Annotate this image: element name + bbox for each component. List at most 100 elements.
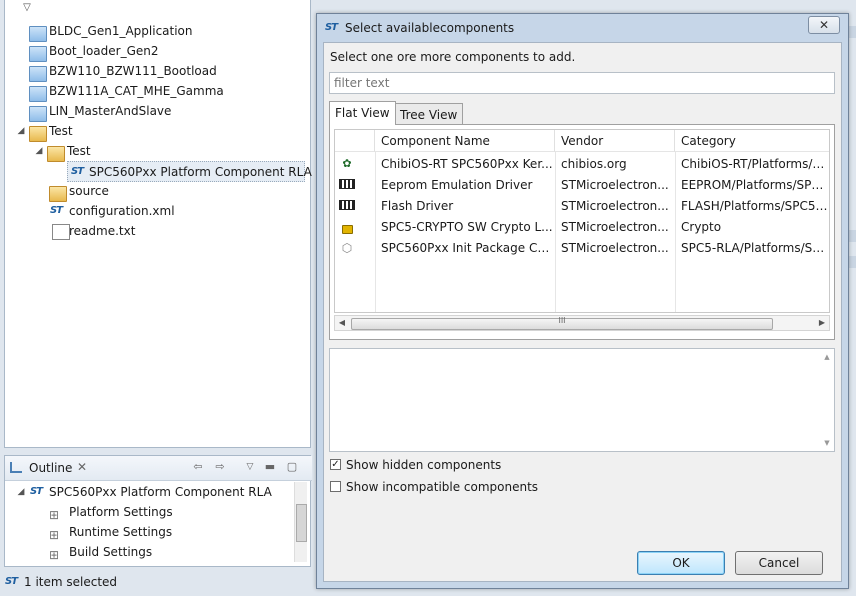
cell-name: ChibiOS-RT SPC560Pxx Ker... (381, 157, 553, 171)
table-horizontal-scrollbar[interactable]: ◀ III ▶ (334, 315, 830, 331)
view-menu-icon[interactable]: ▽ (243, 460, 257, 474)
table-row[interactable]: Eeprom Emulation Driver STMicroelectron.… (335, 175, 830, 196)
scroll-up-arrow-icon[interactable]: ▲ (820, 353, 834, 361)
background-window-edge (849, 256, 856, 268)
cancel-button[interactable]: Cancel (735, 551, 823, 575)
dialog-prompt: Select one ore more components to add. (330, 50, 576, 64)
settings-node-icon: ⊞ (49, 528, 60, 542)
outline-item-label: SPC560Pxx Platform Component RLA (49, 485, 272, 499)
project-folder-icon (29, 26, 47, 42)
open-folder-icon (47, 146, 65, 162)
expand-arrow-icon[interactable]: ◢ (33, 141, 45, 161)
checkbox-label: Show incompatible components (346, 480, 539, 494)
scroll-left-arrow-icon[interactable]: ◀ (335, 316, 349, 330)
tree-item-label: BZW110_BZW111_Bootload (49, 64, 217, 78)
open-project-folder-icon (29, 126, 47, 142)
cell-vendor: STMicroelectron... (561, 178, 669, 192)
checkbox-label: Show hidden components (346, 458, 502, 472)
text-file-icon (52, 224, 70, 240)
table-row[interactable]: ⬡ SPC560Pxx Init Package Co... STMicroel… (335, 238, 830, 259)
table-row[interactable]: Flash Driver STMicroelectron... FLASH/Pl… (335, 196, 830, 217)
outline-item-label: Build Settings (69, 545, 153, 559)
st-component-icon: ST (71, 166, 84, 177)
dialog-close-button[interactable]: ✕ (808, 16, 840, 34)
lock-icon (339, 219, 355, 235)
checkbox-checked-icon[interactable]: ✓ (330, 459, 341, 470)
maximize-icon[interactable]: ▢ (285, 460, 299, 474)
scroll-right-arrow-icon[interactable]: ▶ (815, 316, 829, 330)
project-folder-icon (29, 106, 47, 122)
flat-view-panel: Component Name Vendor Category ✿ ChibiOS… (329, 124, 835, 340)
tree-item-label: BLDC_Gen1_Application (49, 24, 193, 38)
tree-item-label: SPC560Pxx Platform Component RLA (89, 165, 312, 179)
cell-name: Eeprom Emulation Driver (381, 178, 533, 192)
column-header-name[interactable]: Component Name (375, 130, 555, 152)
expand-arrow-icon[interactable]: ◢ (15, 482, 27, 502)
column-header-vendor[interactable]: Vendor (555, 130, 675, 152)
cell-vendor: STMicroelectron... (561, 241, 669, 255)
cell-category: SPC5-RLA/Platforms/SPC5 (681, 241, 830, 255)
ok-button[interactable]: OK (637, 551, 725, 575)
cell-vendor: STMicroelectron... (561, 199, 669, 213)
status-text: 1 item selected (24, 575, 118, 589)
st-logo-icon: ST (325, 22, 338, 33)
st-component-icon: ST (30, 486, 43, 497)
minimize-icon[interactable]: ▬ (263, 460, 277, 474)
tree-item-label: BZW111A_CAT_MHE_Gamma (49, 84, 224, 98)
outline-scrollbar[interactable] (294, 482, 307, 562)
cell-category: ChibiOS-RT/Platforms/SPC (681, 157, 830, 171)
component-description-area[interactable]: ▲ ▼ (329, 348, 835, 452)
cell-category: Crypto (681, 220, 722, 234)
scroll-grip: III (558, 316, 566, 325)
project-explorer: ▽ BLDC_Gen1_Application Boot_loader_Gen2… (4, 0, 312, 448)
project-folder-icon (29, 46, 47, 62)
scroll-thumb[interactable] (296, 504, 307, 542)
tree-item-label: LIN_MasterAndSlave (49, 104, 172, 118)
tree-item-label: Test (49, 124, 73, 138)
expand-arrow-icon[interactable]: ◢ (15, 121, 27, 141)
cell-name: SPC560Pxx Init Package Co... (381, 241, 555, 255)
tree-item-label: source (69, 184, 109, 198)
source-folder-icon (49, 186, 67, 202)
dialog-title: Select availablecomponents (345, 21, 515, 35)
cell-category: FLASH/Platforms/SPC560P (681, 199, 830, 213)
table-row[interactable]: ✿ ChibiOS-RT SPC560Pxx Ker... chibios.or… (335, 154, 830, 175)
back-arrow-icon[interactable]: ⇦ (191, 460, 205, 474)
scroll-thumb[interactable]: III (351, 316, 773, 330)
tree-item-label: readme.txt (69, 224, 136, 238)
background-window-edge (849, 230, 856, 242)
description-scrollbar[interactable]: ▲ ▼ (820, 349, 834, 451)
cell-category: EEPROM/Platforms/SPC56 (681, 178, 830, 192)
tree-item-component[interactable]: ST SPC560Pxx Platform Component RLA (67, 161, 312, 182)
project-folder-icon (29, 66, 47, 82)
outline-item-label: Platform Settings (69, 505, 173, 519)
table-header-icon[interactable] (335, 130, 375, 152)
outline-tab[interactable]: Outline ✕ ⇦ ⇨ ▽ ▬ ▢ (5, 456, 312, 481)
tree-item-label: configuration.xml (69, 204, 175, 218)
filter-input[interactable] (329, 72, 835, 94)
status-bar: ST 1 item selected (0, 570, 315, 594)
checkbox-unchecked-icon[interactable] (330, 481, 341, 492)
dialog-body: Select one ore more components to add. F… (323, 42, 842, 582)
chibios-icon: ✿ (342, 157, 352, 170)
background-window-edge (849, 26, 856, 38)
cell-name: Flash Driver (381, 199, 454, 213)
components-table: Component Name Vendor Category ✿ ChibiOS… (334, 129, 830, 313)
dialog-title-bar[interactable]: ST Select availablecomponents ✕ (317, 14, 848, 42)
tab-flat-view[interactable]: Flat View (329, 101, 396, 125)
outline-view-icon (10, 462, 22, 473)
forward-arrow-icon[interactable]: ⇨ (213, 460, 227, 474)
cell-vendor: chibios.org (561, 157, 627, 171)
settings-node-icon: ⊞ (49, 508, 60, 522)
st-status-icon: ST (5, 576, 18, 587)
column-header-category[interactable]: Category (675, 130, 829, 152)
table-row[interactable]: SPC5-CRYPTO SW Crypto L... STMicroelectr… (335, 217, 829, 238)
close-icon[interactable]: ✕ (77, 460, 87, 474)
project-folder-icon (29, 86, 47, 102)
outline-item-label: Runtime Settings (69, 525, 173, 539)
package-icon: ⬡ (341, 241, 353, 255)
cell-vendor: STMicroelectron... (561, 220, 669, 234)
chip-icon (339, 178, 355, 194)
scroll-down-arrow-icon[interactable]: ▼ (820, 439, 834, 447)
tab-tree-view[interactable]: Tree View (394, 103, 464, 125)
